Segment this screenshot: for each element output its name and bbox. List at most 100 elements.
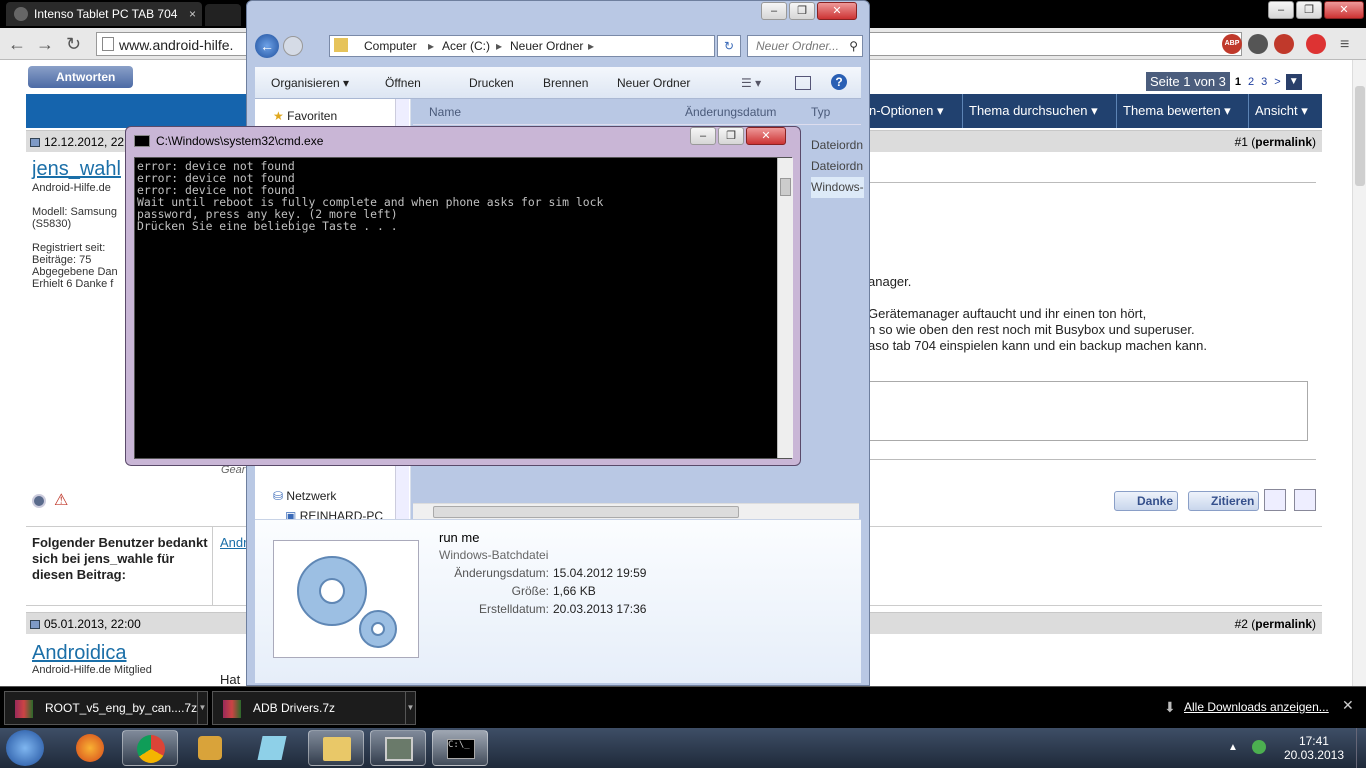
page-scrollbar[interactable]	[1352, 60, 1366, 686]
extension-face-icon[interactable]	[1274, 34, 1294, 54]
details-pane: run me Windows-Batchdatei Änderungsdatum…	[255, 519, 861, 683]
chrome-taskbar-icon[interactable]	[122, 730, 178, 766]
maximize-icon[interactable]: ❐	[1296, 1, 1322, 19]
forward-icon[interactable]	[283, 36, 303, 56]
network-tray-icon[interactable]	[1252, 740, 1266, 754]
refresh-icon[interactable]: ↻	[717, 35, 741, 57]
preview-pane-icon[interactable]	[795, 76, 811, 90]
cmd-scrollbar[interactable]	[777, 158, 793, 458]
back-icon[interactable]: ←	[8, 34, 26, 55]
thanks-user-link[interactable]: Andr	[220, 535, 247, 550]
show-all-downloads-link[interactable]: Alle Downloads anzeigen...	[1184, 700, 1329, 714]
cmd-output: error: device not found error: device no…	[137, 159, 604, 233]
tray-arrow-icon[interactable]: ▲	[1228, 742, 1238, 753]
column-modified[interactable]: Änderungsdatum	[685, 105, 776, 119]
clock-time: 17:41	[1298, 734, 1329, 748]
minimize-icon[interactable]: –	[690, 127, 716, 145]
new-tab-button[interactable]	[205, 4, 241, 26]
close-icon[interactable]: ✕	[817, 2, 857, 20]
start-button[interactable]	[6, 730, 44, 766]
permalink-link[interactable]: permalink	[1255, 617, 1312, 631]
size-label: Größe:	[511, 584, 549, 598]
view-options-icon[interactable]: ☰ ▾	[741, 76, 761, 90]
breadcrumb-item[interactable]: Acer (C:)	[442, 36, 490, 56]
breadcrumb-separator: ▸	[496, 39, 503, 53]
browser-tab-title: Intenso Tablet PC TAB 704	[34, 7, 178, 21]
column-name[interactable]: Name	[429, 105, 461, 119]
close-icon[interactable]: ✕	[1324, 1, 1364, 19]
page-link-2[interactable]: 2	[1246, 74, 1256, 90]
menu-label: Ansicht	[1255, 103, 1298, 118]
quote-button[interactable]: Zitieren	[1188, 491, 1260, 511]
reload-icon[interactable]: ↻	[66, 34, 81, 55]
pagination-dropdown-icon[interactable]: ▼	[1285, 73, 1302, 90]
forward-icon[interactable]: →	[36, 34, 54, 55]
post-username[interactable]: jens_wahl	[32, 158, 121, 181]
page-link-3[interactable]: 3	[1259, 74, 1269, 90]
search-placeholder: Neuer Ordner...	[756, 39, 839, 53]
show-desktop-button[interactable]	[1356, 728, 1366, 768]
breadcrumb-item[interactable]: Neuer Ordner	[510, 36, 583, 56]
menu-view[interactable]: Ansicht ▾	[1248, 94, 1322, 128]
post-username[interactable]: Androidica	[32, 642, 127, 665]
device-manager-icon[interactable]	[370, 730, 426, 766]
adblock-icon[interactable]: ABP	[1222, 34, 1242, 54]
nav-network[interactable]: ⛁ Netzwerk	[273, 489, 336, 503]
close-icon[interactable]: ✕	[746, 127, 786, 145]
scrollbar-thumb[interactable]	[780, 178, 791, 196]
extension-icon[interactable]	[1248, 34, 1268, 54]
browser-window-controls: – ❐ ✕	[1268, 1, 1364, 19]
new-folder-button[interactable]: Neuer Ordner	[617, 76, 690, 90]
extension-power-icon[interactable]	[1306, 34, 1326, 54]
menu-search-thread[interactable]: Thema durchsuchen ▾	[962, 94, 1116, 128]
device-manager-logo	[385, 737, 413, 761]
minimize-icon[interactable]: –	[1268, 1, 1294, 19]
file-type-cell: Dateiordn	[811, 138, 864, 152]
media-player-icon[interactable]	[182, 730, 238, 766]
cmd-window: C:\Windows\system32\cmd.exe – ❐ ✕ error:…	[125, 126, 801, 466]
thanks-button[interactable]: Danke	[1114, 491, 1179, 511]
menu-wrench-icon[interactable]: ≡	[1340, 36, 1349, 54]
page-link-1[interactable]: 1	[1233, 74, 1243, 90]
scrollbar-thumb[interactable]	[1355, 86, 1365, 186]
scrollbar-thumb[interactable]	[433, 506, 739, 518]
column-type[interactable]: Typ	[811, 105, 830, 119]
download-item[interactable]: ADB Drivers.7z ▼	[212, 691, 416, 725]
cmd-taskbar-icon[interactable]: C:\_	[432, 730, 488, 766]
reply-button[interactable]: Antworten	[28, 66, 133, 88]
burn-button[interactable]: Brennen	[543, 76, 588, 90]
close-tab-icon[interactable]: ×	[189, 2, 196, 26]
organize-button[interactable]: Organisieren ▾	[271, 76, 349, 90]
quick-reply-icon[interactable]	[1294, 489, 1316, 511]
maximize-icon[interactable]: ❐	[718, 127, 744, 145]
menu-rate-thread[interactable]: Thema bewerten ▾	[1116, 94, 1248, 128]
permalink-link[interactable]: permalink	[1255, 135, 1312, 149]
minimize-icon[interactable]: –	[761, 2, 787, 20]
multiquote-icon[interactable]	[1264, 489, 1286, 511]
report-icon[interactable]: ⚠	[54, 490, 68, 510]
cmd-console[interactable]: error: device not found error: device no…	[134, 157, 793, 459]
next-page-link[interactable]: >	[1272, 74, 1282, 90]
system-clock[interactable]: 17:41 20.03.2013	[1284, 734, 1344, 762]
chevron-down-icon[interactable]: ▼	[197, 692, 207, 724]
print-button[interactable]: Drucken	[469, 76, 514, 90]
help-icon[interactable]: ?	[831, 74, 847, 90]
browser-tab[interactable]: Intenso Tablet PC TAB 704 ×	[6, 2, 202, 26]
explorer-search-input[interactable]: Neuer Ordner... ⚲	[747, 35, 863, 57]
open-button[interactable]: Öffnen	[385, 76, 421, 90]
maximize-icon[interactable]: ❐	[789, 2, 815, 20]
notes-icon[interactable]	[244, 730, 300, 766]
download-item[interactable]: ROOT_v5_eng_by_can....7z ▼	[4, 691, 208, 725]
chevron-down-icon[interactable]: ▼	[405, 692, 415, 724]
breadcrumb-separator: ▸	[428, 39, 435, 53]
nav-favorites[interactable]: ★ Favoriten	[273, 109, 337, 123]
close-icon[interactable]: ✕	[1342, 697, 1354, 714]
horizontal-scrollbar[interactable]	[413, 503, 859, 519]
firefox-icon[interactable]	[62, 730, 118, 766]
nav-label: Netzwerk	[286, 489, 337, 503]
breadcrumb-item[interactable]: Computer	[364, 36, 417, 56]
cmd-logo: C:\_	[447, 739, 475, 759]
explorer-address-bar[interactable]: Computer ▸ Acer (C:) ▸ Neuer Ordner ▸	[329, 35, 715, 57]
back-icon[interactable]: ←	[255, 34, 279, 58]
explorer-taskbar-icon[interactable]	[308, 730, 364, 766]
